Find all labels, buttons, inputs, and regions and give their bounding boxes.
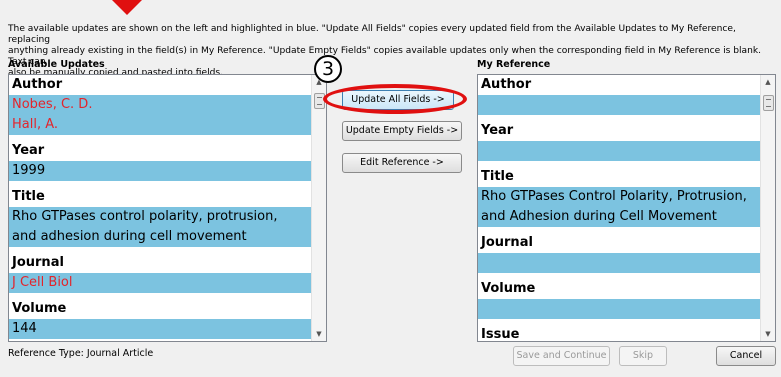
field-label: Volume (12, 301, 67, 316)
step-number-badge: 3 (314, 55, 342, 83)
my-reference-panel[interactable]: Author Year Title Rho GTPases Control Polar… (477, 74, 776, 342)
field-value[interactable] (478, 141, 761, 161)
instructions-line-2: anything already existing in the field(s… (8, 46, 762, 67)
field-value[interactable]: 1999 (9, 161, 312, 181)
field-label: Year (12, 143, 45, 158)
field-value-line: Nobes, C. D. (12, 97, 93, 112)
field-value[interactable]: Nobes, C. D. Hall, A. (9, 95, 312, 135)
field-label: Author (481, 77, 532, 92)
field-label: Author (12, 77, 63, 92)
instructions-line-1: The available updates are shown on the l… (8, 24, 736, 45)
my-reference-fields: Author Year Title Rho GTPases Control Polar… (478, 75, 761, 341)
field-value[interactable]: J Cell Biol (9, 273, 312, 293)
scroll-up-arrow-icon[interactable]: ▲ (761, 75, 775, 89)
available-updates-fields: Author Nobes, C. D. Hall, A. Year 1999 Title R… (9, 75, 312, 341)
edit-reference-button[interactable]: Edit Reference -> (342, 153, 462, 173)
scroll-down-arrow-icon[interactable]: ▼ (312, 327, 326, 341)
available-updates-scrollbar[interactable]: ▲ ▼ (311, 75, 326, 341)
field-label: Journal (481, 235, 533, 250)
field-value-line: Hall, A. (12, 117, 59, 132)
field-value-line: and Adhesion during Cell Movement (481, 209, 717, 224)
available-updates-title: Available Updates (8, 59, 105, 70)
field-value-line: Rho GTPases control polarity, protrusion… (12, 209, 278, 224)
update-empty-fields-button[interactable]: Update Empty Fields -> (342, 121, 462, 141)
my-reference-scrollbar[interactable]: ▲ ▼ (760, 75, 775, 341)
field-value-line: and adhesion during cell movement (12, 229, 247, 244)
field-value-line: J Cell Biol (12, 275, 73, 290)
cancel-button[interactable]: Cancel (716, 346, 776, 366)
field-label: Title (481, 169, 514, 184)
field-value-line (481, 253, 761, 273)
field-value-line: 1999 (12, 163, 46, 178)
field-value[interactable] (478, 95, 761, 115)
field-label: Journal (12, 255, 64, 270)
field-value[interactable]: Rho GTPases control polarity, protrusion… (9, 207, 312, 247)
field-value-line (481, 141, 761, 161)
field-value-line (481, 299, 761, 319)
field-label: Title (12, 189, 45, 204)
skip-button[interactable]: Skip (619, 346, 667, 366)
scroll-thumb[interactable] (314, 93, 325, 109)
field-value[interactable]: 144 (9, 319, 312, 339)
save-and-continue-button[interactable]: Save and Continue (513, 346, 610, 366)
field-label: Year (481, 123, 514, 138)
reference-type-label: Reference Type: Journal Article (8, 348, 154, 359)
field-value[interactable] (478, 253, 761, 273)
field-value-line (481, 95, 761, 115)
scroll-down-arrow-icon[interactable]: ▼ (761, 327, 775, 341)
scroll-thumb[interactable] (763, 95, 774, 111)
update-all-fields-button[interactable]: Update All Fields -> (342, 90, 454, 110)
field-value-line: Rho GTPases Control Polarity, Protrusion… (481, 189, 747, 204)
field-value-line: 144 (12, 321, 37, 336)
available-updates-panel[interactable]: Author Nobes, C. D. Hall, A. Year 1999 Title R… (8, 74, 327, 342)
field-label: Issue (481, 327, 520, 341)
pointer-arrow-annotation (112, 0, 142, 15)
update-reference-dialog: The available updates are shown on the l… (0, 0, 781, 377)
field-value[interactable]: Rho GTPases Control Polarity, Protrusion… (478, 187, 761, 227)
instructions-text: The available updates are shown on the l… (8, 24, 776, 79)
my-reference-title: My Reference (477, 59, 551, 70)
field-label: Volume (481, 281, 536, 296)
field-value[interactable] (478, 299, 761, 319)
